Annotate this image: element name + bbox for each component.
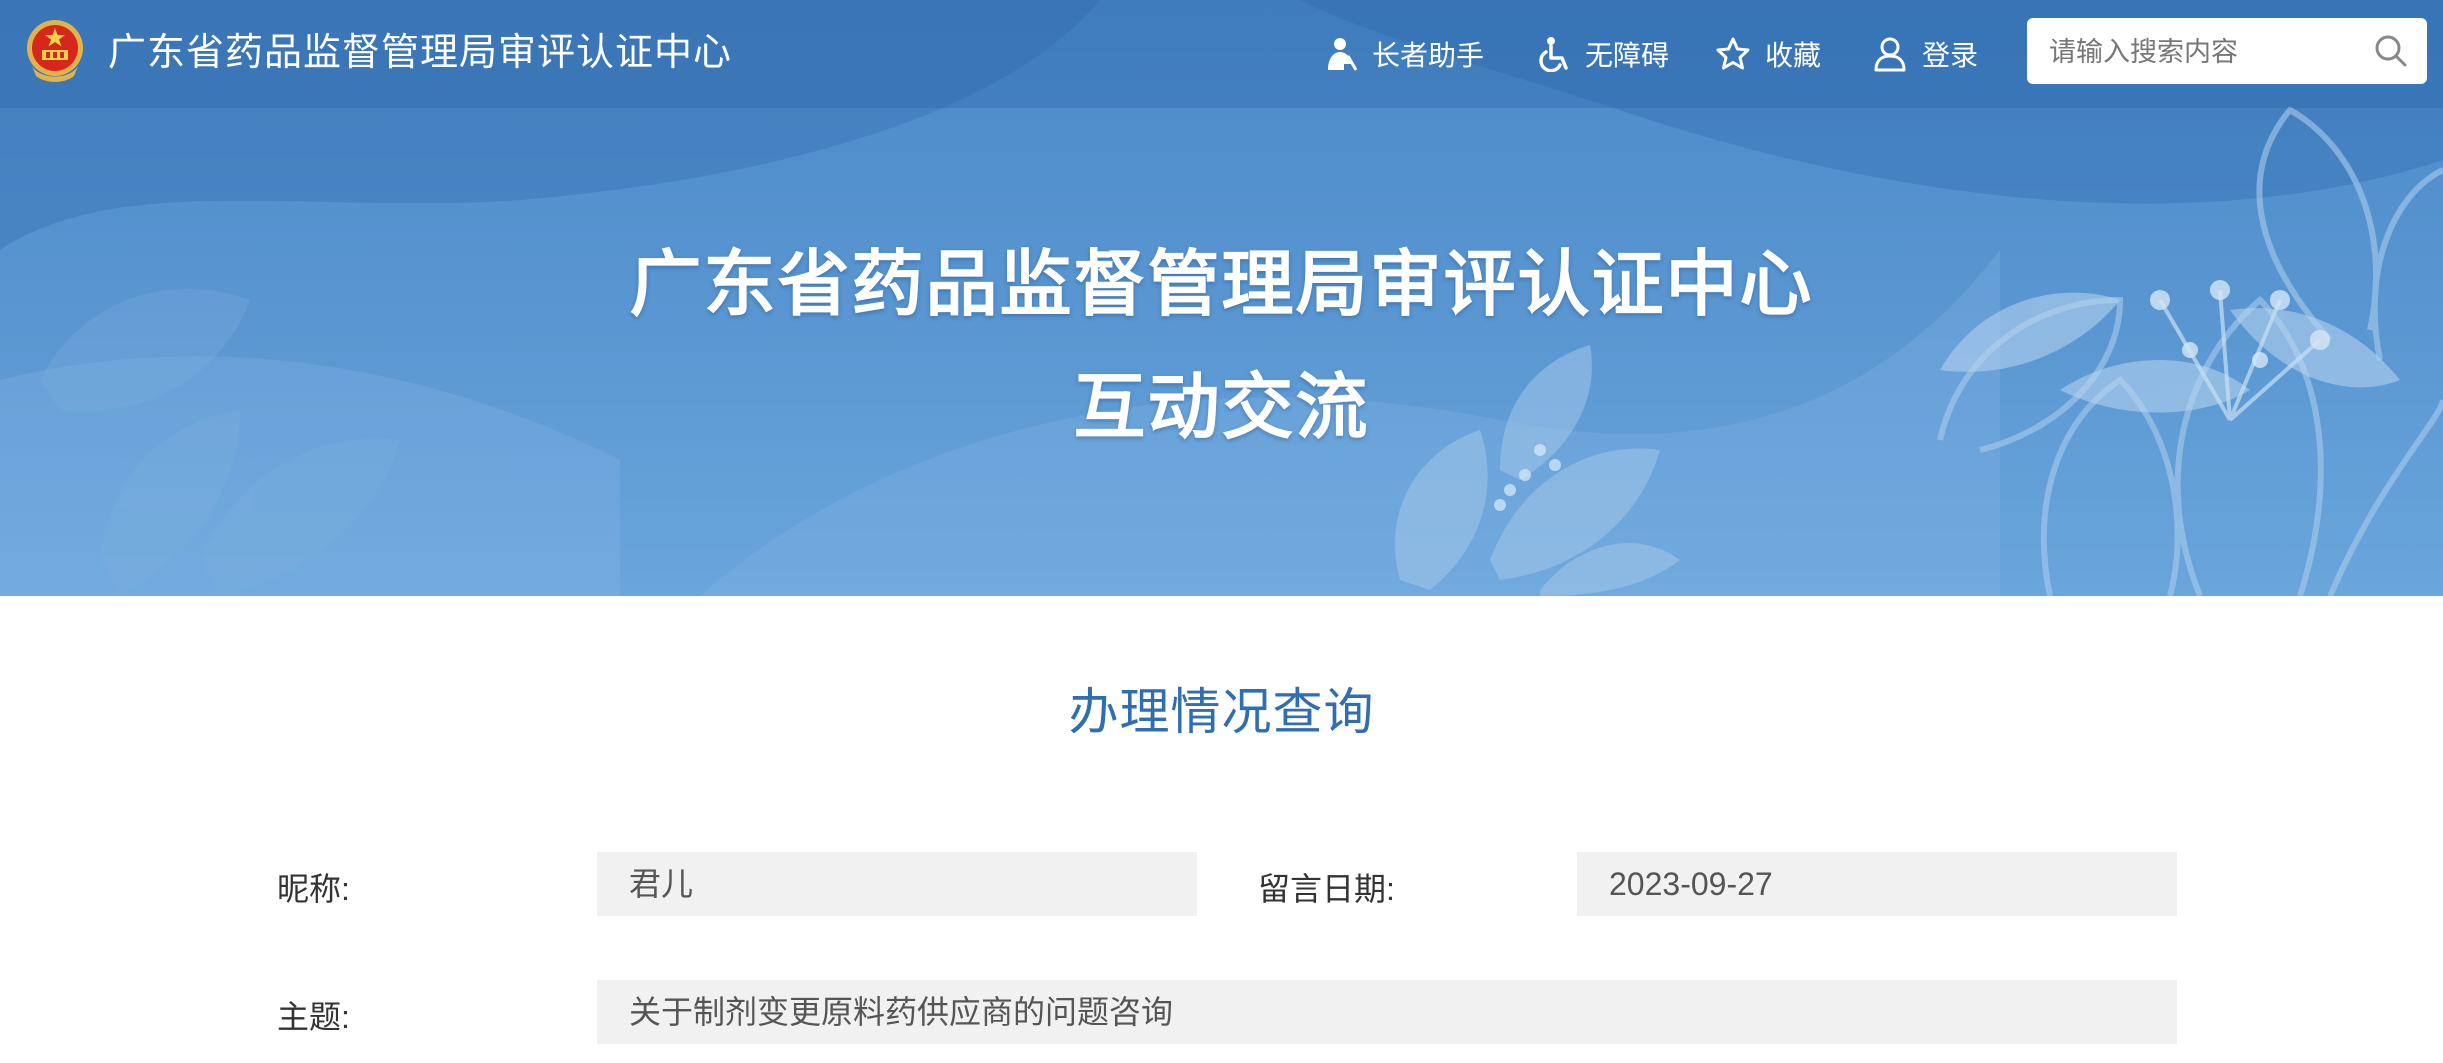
nickname-field: 君儿 (597, 852, 1197, 916)
section-title: 办理情况查询 (1068, 684, 1375, 740)
date-field: 2023-09-27 (1577, 852, 2177, 916)
subject-label: 主题: (277, 999, 350, 1035)
accessibility-button[interactable]: 无障碍 (1535, 30, 1669, 78)
accessibility-label: 无障碍 (1585, 40, 1670, 71)
elder-assistant-label: 长者助手 (1372, 40, 1485, 71)
hero-title: 广东省药品监督管理局审评认证中心 (629, 245, 1814, 325)
elder-icon (1328, 38, 1358, 71)
hero-subtitle: 互动交流 (1073, 368, 1370, 448)
search-icon[interactable] (2373, 33, 2409, 69)
header-banner: 广东省药品监督管理局审评认证中心 长者助手 无障碍 收藏 登录 请输入搜索内容 … (0, 0, 2443, 596)
search-box (2027, 18, 2427, 84)
login-button[interactable]: 登录 (1872, 30, 1978, 78)
elder-assistant-button[interactable]: 长者助手 (1322, 30, 1484, 78)
nickname-label: 昵称: (277, 871, 350, 907)
wheelchair-icon (1539, 37, 1568, 72)
star-icon (1716, 37, 1750, 70)
search-input[interactable] (2047, 28, 2351, 76)
user-icon (1874, 37, 1906, 72)
favorite-label: 收藏 (1765, 40, 1822, 71)
date-label: 留言日期: (1258, 871, 1395, 907)
favorite-button[interactable]: 收藏 (1715, 30, 1821, 78)
national-emblem-icon (27, 20, 83, 82)
login-label: 登录 (1922, 40, 1979, 71)
subject-field: 关于制剂变更原料药供应商的问题咨询 (597, 980, 2177, 1044)
site-name[interactable]: 广东省药品监督管理局审评认证中心 (108, 28, 732, 78)
